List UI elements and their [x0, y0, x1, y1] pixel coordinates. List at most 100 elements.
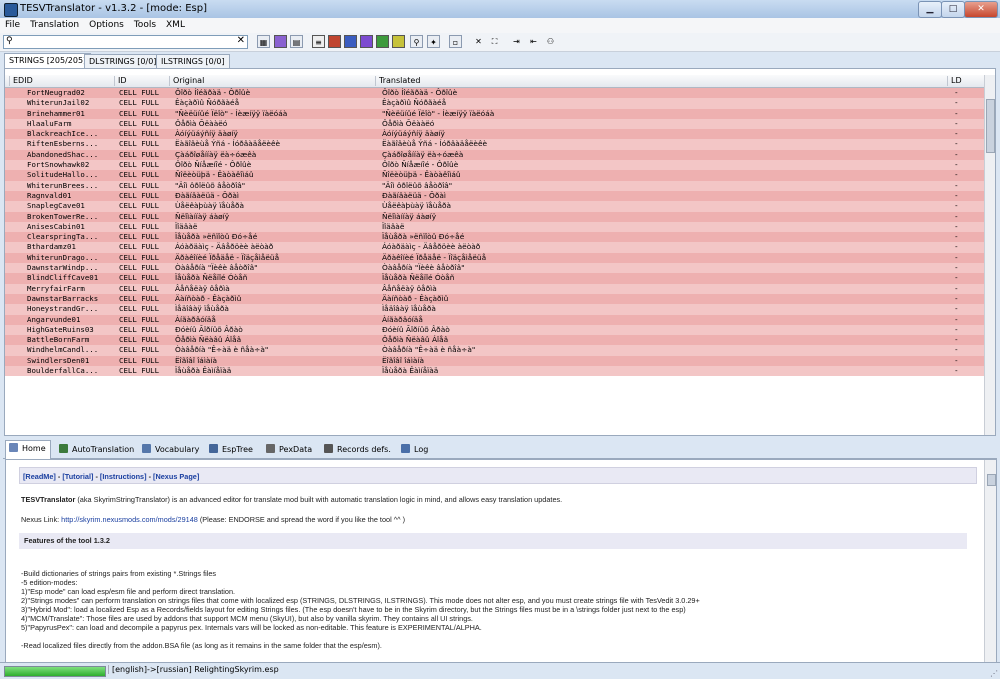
string-tabs: STRINGS [205/205] DLSTRINGS [0/0] ILSTRI…	[0, 52, 1000, 69]
lightbulb-icon[interactable]: ✦	[427, 35, 440, 48]
select-icon[interactable]: ▫	[449, 35, 462, 48]
tab-vocabulary[interactable]: Vocabulary	[139, 442, 203, 457]
tab-dlstrings[interactable]: DLSTRINGS [0/0]	[84, 54, 162, 68]
table-row[interactable]: RiftenEsberns... CELL FULL Ëàãîâèùå Ýñá - …	[5, 139, 985, 150]
close-window-button[interactable]: ✕	[964, 1, 998, 18]
filter-violet-icon[interactable]	[360, 35, 373, 48]
grid-scrollbar[interactable]	[984, 75, 995, 435]
resize-grip-icon[interactable]: ⋰	[990, 669, 998, 678]
table-row[interactable]: AnisesCabin01 CELL FULL Ïîäâàë Ïîäâàë -	[5, 221, 985, 233]
filter-green-icon[interactable]	[376, 35, 389, 48]
purple-filter-icon[interactable]	[274, 35, 287, 48]
cell-edid: SnaplegCave01	[27, 201, 85, 211]
readme-links: [ReadMe] - [Tutorial] - [Instructions] -…	[19, 467, 977, 484]
tab-autotranslation[interactable]: AutoTranslation	[56, 442, 138, 457]
panel-scroll-thumb[interactable]	[987, 474, 996, 486]
table-row[interactable]: HlaaluFarm CELL FULL Ôåðìà Õëààëó Ôåðìà Õëà…	[5, 118, 985, 130]
table-row[interactable]: FortSnowhawk02 CELL FULL Ôîðò Ñíåæíîé - Ôð…	[5, 160, 985, 171]
cell-id: CELL FULL	[119, 190, 160, 200]
tab-home[interactable]: Home	[5, 440, 51, 459]
clear-search-icon[interactable]: ✕	[237, 35, 245, 46]
table-row[interactable]: DawnstarBarracks CELL FULL Äàíñòàð - Êàçàð…	[5, 293, 985, 305]
tab-vocabulary-label: Vocabulary	[155, 445, 200, 454]
cell-translated: Ðàãíâàëüä - Õðàì	[382, 190, 446, 200]
cell-id: CELL FULL	[119, 293, 160, 303]
tab-ilstrings[interactable]: ILSTRINGS [0/0]	[156, 54, 230, 68]
maximize-button[interactable]: □	[941, 1, 965, 18]
table-row[interactable]: Ragnvald01 CELL FULL Ðàãíâàëüä - Õðàì Ðàãíâ…	[5, 190, 985, 202]
col-header-translated[interactable]: Translated	[375, 76, 949, 86]
grid-view-icon[interactable]: ▦	[257, 35, 270, 48]
table-row[interactable]: DawnstarWindp... CELL FULL Òàâåðíà "Ïèêè â…	[5, 263, 985, 274]
find-icon[interactable]: ⚲	[410, 35, 423, 48]
table-row[interactable]: BrokenTowerRe... CELL FULL Ñëîìàííàÿ áàøíÿ…	[5, 211, 985, 222]
grid-scroll-thumb[interactable]	[986, 99, 995, 153]
table-row[interactable]: BlindCliffCave01 CELL FULL Ïåùåðà Ñëåïîé Ó…	[5, 273, 985, 284]
table-row[interactable]: WhiterunDrago... CELL FULL Äðàêîíèé Ïðåäåë…	[5, 252, 985, 264]
export-icon[interactable]: ⇥	[510, 35, 523, 48]
filter-all-icon[interactable]: ≡	[312, 35, 325, 48]
cell-edid: WhiterunBrees...	[27, 180, 99, 190]
search-input[interactable]	[16, 36, 231, 47]
menu-options[interactable]: Options	[84, 18, 129, 30]
filter-blue-icon[interactable]	[344, 35, 357, 48]
menu-translation[interactable]: Translation	[25, 18, 84, 30]
table-row[interactable]: HighGateRuins03 CELL FULL Ðóèíû Ãîðíûõ Âðà…	[5, 324, 985, 336]
nexus-page-link[interactable]: [Nexus Page]	[153, 472, 199, 481]
tutorial-link[interactable]: [Tutorial]	[62, 472, 93, 481]
log-icon	[401, 444, 410, 453]
list-view-icon[interactable]: ▤	[290, 35, 303, 48]
table-row[interactable]: BoulderfallCa... CELL FULL Ïåùåðà Êàìíåïàä…	[5, 366, 985, 377]
table-row[interactable]: HoneystrandGr... CELL FULL Ìåäîâàÿ ïåùåðà Ì…	[5, 304, 985, 315]
import-icon[interactable]: ⇤	[527, 35, 540, 48]
table-row[interactable]: FortNeugrad02 CELL FULL Ôîðò Íîéãðàä - Ôðî…	[5, 88, 985, 99]
instructions-link[interactable]: [Instructions]	[100, 472, 147, 481]
panel-scrollbar[interactable]	[984, 460, 996, 662]
col-header-ld[interactable]: LD	[947, 76, 987, 86]
delete-icon[interactable]: ✕	[472, 35, 485, 48]
table-row[interactable]: BattleBornFarm CELL FULL Ôåðìà Ñëàâû Áîåâ Ô…	[5, 335, 985, 346]
menu-file[interactable]: File	[0, 18, 25, 30]
tab-strings[interactable]: STRINGS [205/205]	[4, 53, 92, 69]
tab-pexdata[interactable]: PexData	[263, 442, 316, 457]
col-header-edid[interactable]: EDID	[9, 76, 113, 86]
minimize-button[interactable]: ▁	[918, 1, 942, 18]
table-row[interactable]: ClearspringTa... CELL FULL Ïåùåðà »ëñïîòû …	[5, 232, 985, 243]
cell-translated: Äàíñòàð - Êàçàðìû	[382, 293, 449, 303]
table-row[interactable]: WhiterunJail02 CELL FULL Êàçàðìû Ñóðãàéå Êà…	[5, 98, 985, 109]
col-header-original[interactable]: Original	[169, 76, 373, 86]
filter-yellow-icon[interactable]	[392, 35, 405, 48]
table-row[interactable]: BlackreachIce... CELL FULL Àóíýüáýñíÿ äàøí…	[5, 129, 985, 140]
table-row[interactable]: SnaplegCave01 CELL FULL Ùåëêàþùàÿ ïåùåðà Ùå…	[5, 201, 985, 212]
cell-ld: -	[955, 335, 958, 345]
table-row[interactable]: SwindlersDen01 CELL FULL Ëîãîâî îáìàíà Ëîãî…	[5, 355, 985, 367]
tab-esptree[interactable]: EspTree	[206, 442, 257, 457]
table-row[interactable]: SolitudeHallo... CELL FULL Ñîëèòüþä - Êàòà…	[5, 170, 985, 181]
table-row[interactable]: AbandonedShac... CELL FULL Çàáðîøåííàÿ ëà÷…	[5, 149, 985, 161]
table-row[interactable]: Bthardamz01 CELL FULL Áóàðäàìç - Äâåðöèè à…	[5, 242, 985, 253]
progress-fill	[5, 667, 105, 676]
table-row[interactable]: MerryfairFarm CELL FULL Âåñåëàÿ ôåðìà Âåñåë…	[5, 283, 985, 294]
feature-line: -5 edition-modes:	[21, 578, 78, 587]
tab-log[interactable]: Log	[398, 442, 432, 457]
user-search-icon[interactable]: ⚇	[544, 35, 557, 48]
fullscreen-icon[interactable]: ⛶	[488, 35, 501, 48]
table-row[interactable]: Brinehammer01 CELL FULL "Ñèëüíûé Ïëîò" - Í…	[5, 108, 985, 119]
col-header-id[interactable]: ID	[114, 76, 170, 86]
table-row[interactable]: WhiterunBrees... CELL FULL "Äîì ôðîëûõ âåò…	[5, 180, 985, 191]
table-row[interactable]: Angarvunde01 CELL FULL Àíãàðâóíäå Àíãàðâóíä…	[5, 314, 985, 325]
cell-original: "Ñèëüíûé Ïëîò" - Íèæíÿÿ ïàëóáà	[175, 108, 288, 118]
menu-xml[interactable]: XML	[161, 18, 190, 30]
menu-tools[interactable]: Tools	[129, 18, 161, 30]
table-row[interactable]: WindhelmCandl... CELL FULL Òàâåðíà "Ê÷àä è…	[5, 345, 985, 356]
cell-translated: Ïåùåðà Ñëåïîé Óòåñ	[382, 273, 455, 283]
filter-red-icon[interactable]	[328, 35, 341, 48]
cell-ld: -	[955, 180, 958, 190]
vocabulary-icon	[142, 444, 151, 453]
cell-ld: -	[955, 190, 958, 200]
nexus-line: Nexus Link: http://skyrim.nexusmods.com/…	[21, 515, 405, 524]
tab-records-defs[interactable]: Records defs.	[321, 442, 395, 457]
cell-original: Ïåùåðà Êàìíåïàä	[175, 366, 232, 376]
readme-link[interactable]: [ReadMe]	[23, 472, 56, 481]
nexus-url-link[interactable]: http://skyrim.nexusmods.com/mods/29148	[61, 515, 198, 524]
